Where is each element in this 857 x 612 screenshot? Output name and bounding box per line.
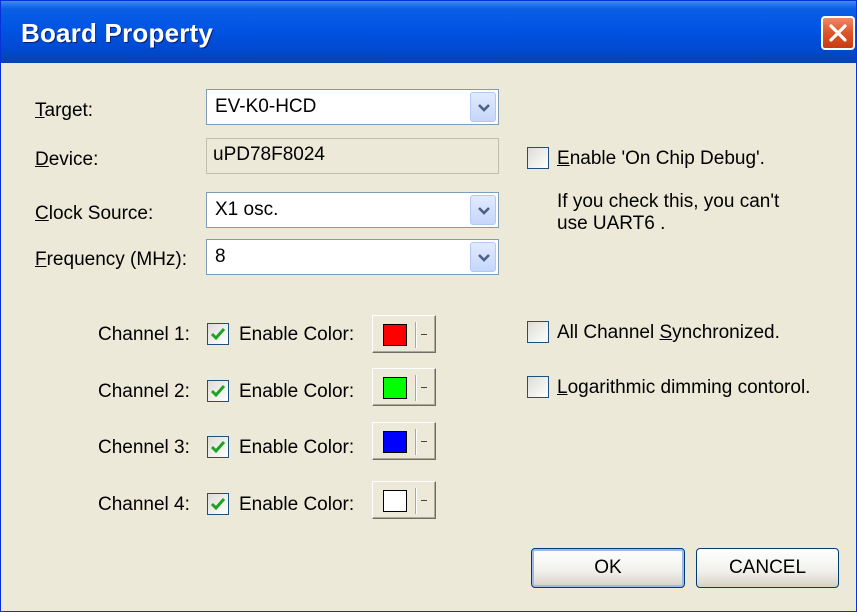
divider (415, 429, 416, 455)
enable-color-label: Enable Color: (239, 381, 355, 402)
divider (415, 322, 416, 348)
channel-enable-checkbox[interactable] (207, 436, 229, 458)
channel-label: Channel 2: (98, 381, 190, 402)
dialog-title: Board Property (21, 18, 214, 48)
close-button[interactable] (821, 16, 855, 50)
enable-on-chip-debug-checkbox[interactable] (527, 147, 549, 169)
enable-color-label: Enable Color: (239, 324, 355, 345)
debug-note-line-1: If you check this, you can't (557, 191, 780, 212)
debug-note-line-2: use UART6 . (557, 213, 666, 234)
logarithmic-dimming-checkbox[interactable] (527, 376, 549, 398)
clock-source-value: X1 osc. (215, 199, 279, 220)
all-channel-synchronized-label[interactable]: All Channel Synchronized. (557, 321, 780, 345)
ok-button[interactable]: OK (531, 548, 685, 588)
dropdown-dash-icon (421, 441, 427, 442)
target-combobox[interactable]: EV-K0-HCD (206, 89, 499, 125)
channel-enable-checkbox[interactable] (207, 380, 229, 402)
frequency-combobox[interactable]: 8 (206, 239, 499, 275)
color-swatch (383, 324, 407, 346)
target-label: Target: (35, 100, 94, 121)
color-picker-button[interactable] (372, 368, 436, 406)
cancel-button[interactable]: CANCEL (696, 548, 839, 588)
device-label: Device: (35, 149, 99, 170)
dropdown-dash-icon (421, 387, 427, 388)
logarithmic-dimming-label[interactable]: Logarithmic dimming contorol. (557, 376, 810, 400)
target-value: EV-K0-HCD (215, 96, 317, 117)
frequency-dropdown-button[interactable] (470, 242, 496, 272)
enable-color-label: Enable Color: (239, 494, 355, 515)
channel-label: Chennel 3: (98, 437, 190, 458)
color-swatch (383, 490, 407, 512)
channel-label: Channel 1: (98, 324, 190, 345)
divider (415, 375, 416, 401)
target-dropdown-button[interactable] (470, 92, 496, 122)
clock-source-dropdown-button[interactable] (470, 195, 496, 225)
dropdown-dash-icon (421, 500, 427, 501)
color-swatch (383, 431, 407, 453)
clock-source-label: Clock Source: (35, 203, 154, 224)
channel-label: Channel 4: (98, 494, 190, 515)
clock-source-combobox[interactable]: X1 osc. (206, 192, 499, 228)
channel-enable-checkbox[interactable] (207, 323, 229, 345)
color-picker-button[interactable] (372, 422, 436, 460)
title-bar[interactable]: Board Property (1, 1, 856, 63)
frequency-label: Frequency (MHz): (35, 249, 188, 270)
color-swatch (383, 377, 407, 399)
board-property-dialog: Board Property Target: EV-K0-HCD Device:… (0, 0, 857, 612)
divider (415, 488, 416, 514)
channel-enable-checkbox[interactable] (207, 493, 229, 515)
all-channel-synchronized-checkbox[interactable] (527, 321, 549, 343)
color-picker-button[interactable] (372, 315, 436, 353)
device-value: uPD78F8024 (213, 144, 325, 165)
color-picker-button[interactable] (372, 481, 436, 519)
enable-on-chip-debug-label[interactable]: Enable 'On Chip Debug'. (557, 147, 765, 171)
enable-color-label: Enable Color: (239, 437, 355, 458)
dropdown-dash-icon (421, 334, 427, 335)
frequency-value: 8 (215, 246, 226, 267)
device-field: uPD78F8024 (206, 138, 499, 174)
